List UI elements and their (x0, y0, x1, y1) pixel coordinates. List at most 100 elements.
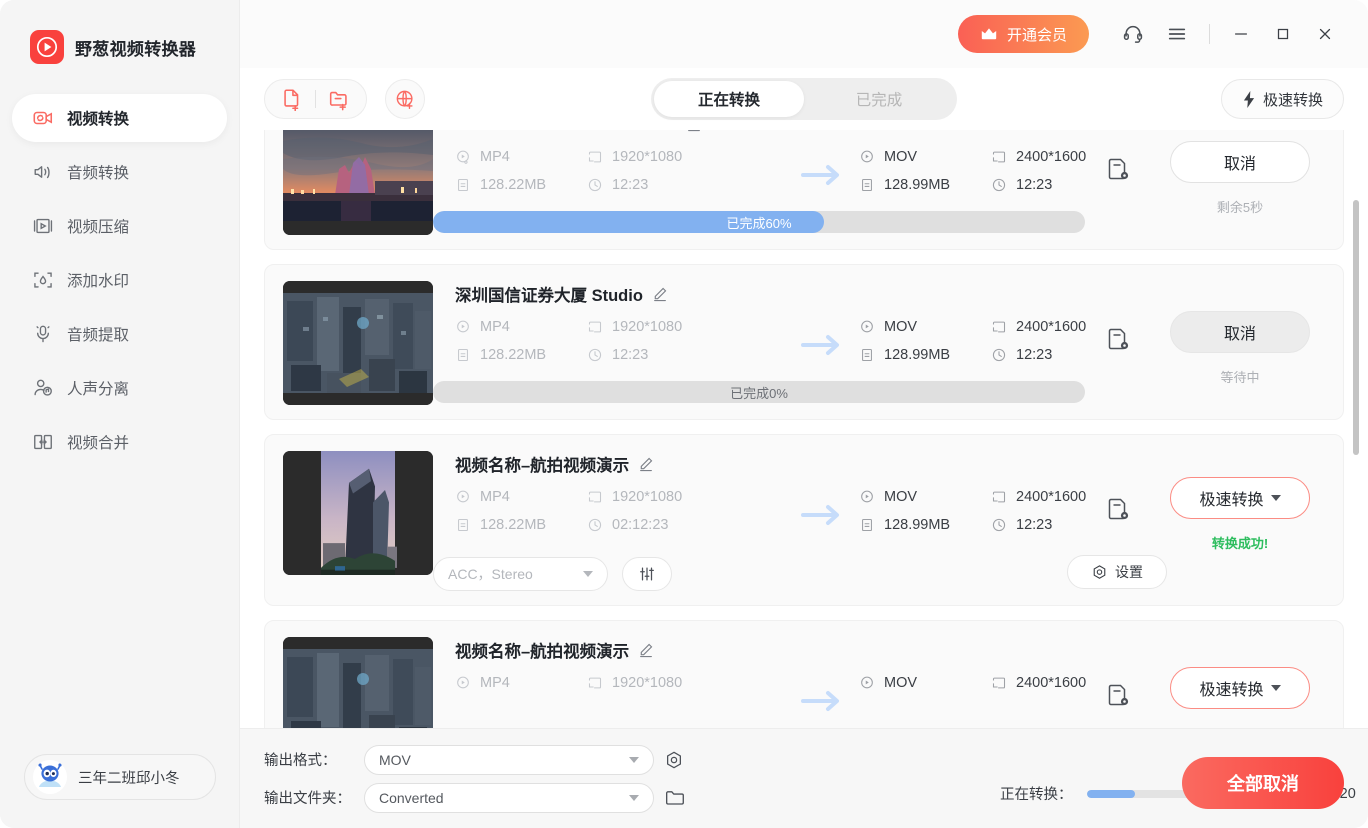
tab-switcher: 正在转换 已完成 (651, 78, 957, 120)
video-compress-icon (32, 215, 54, 237)
conversion-row: 视频名称–航拍视频演示 MP4 (264, 434, 1344, 606)
file-title: Manuel A. Monteserín Lahoz (455, 130, 677, 134)
speed-convert-button[interactable]: 极速转换 (1221, 79, 1344, 119)
cancel-all-button[interactable]: 全部取消 (1182, 757, 1344, 809)
format-icon (859, 149, 875, 165)
speed-convert-row-label: 极速转换 (1199, 676, 1263, 700)
target-duration: 12:23 (991, 347, 1129, 363)
vip-upgrade-button[interactable]: 开通会员 (958, 15, 1089, 53)
target-format: MOV (859, 319, 991, 335)
output-format-settings-icon[interactable] (654, 750, 694, 770)
audio-convert-icon (32, 161, 54, 183)
sidebar-item-audio-convert[interactable]: 音频转换 (12, 148, 227, 196)
source-duration: 02:12:23 (587, 517, 785, 533)
edit-icon[interactable] (686, 130, 702, 132)
output-format-row: 输出格式： MOV (264, 741, 744, 779)
folder-icon[interactable] (654, 787, 694, 808)
toolbar: 正在转换 已完成 极速转换 (240, 68, 1368, 130)
sidebar-item-video-compress[interactable]: 视频压缩 (12, 202, 227, 250)
speed-convert-row-button[interactable]: 极速转换 (1170, 667, 1310, 709)
add-url-globe-icon[interactable] (385, 79, 425, 119)
row-action-column: 取消 等待中 (1155, 281, 1325, 403)
sidebar-item-video-convert[interactable]: 视频转换 (12, 94, 227, 142)
cancel-button[interactable]: 取消 (1170, 141, 1310, 183)
target-duration: 12:23 (991, 517, 1129, 533)
target-format: MOV (859, 675, 991, 691)
conversion-list: Manuel A. Monteserín Lahoz MP4 (240, 130, 1368, 728)
tower-thumb (283, 451, 433, 575)
sidebar-item-watermark[interactable]: 添加水印 (12, 256, 227, 304)
aerial-city-thumb (283, 637, 433, 728)
output-format-label: 输出格式： (264, 749, 364, 770)
target-meta: MOV 2400*1600 128.99MB (859, 319, 1129, 363)
row-settings-button[interactable]: 设置 (1067, 555, 1167, 589)
format-icon (859, 675, 875, 691)
source-duration: 12:23 (587, 177, 785, 193)
gear-hex-icon (1091, 564, 1108, 581)
speed-convert-row-button[interactable]: 极速转换 (1170, 477, 1310, 519)
sunset-building-thumb (283, 130, 433, 235)
edit-icon[interactable] (652, 286, 668, 302)
bottom-bar: 输出格式： MOV 输出文件夹： Convert (240, 728, 1368, 828)
clock-icon (991, 517, 1007, 533)
filesize-icon (455, 177, 471, 193)
sidebar-item-video-merge[interactable]: 视频合并 (12, 418, 227, 466)
user-profile-chip[interactable]: 三年二班邱小冬 (24, 754, 216, 800)
source-format: MP4 (455, 489, 587, 505)
edit-icon[interactable] (638, 456, 654, 472)
format-icon (455, 675, 471, 691)
target-resolution: 2400*1600 (991, 149, 1129, 165)
add-folder-icon[interactable] (316, 81, 362, 117)
converting-label: 正在转换： (1000, 783, 1073, 804)
output-folder-select[interactable]: Converted (364, 783, 654, 813)
source-meta: MP4 1920*1080 (455, 675, 785, 691)
close-icon[interactable] (1304, 13, 1346, 55)
sidebar-item-label: 音频转换 (67, 161, 129, 183)
target-format: MOV (859, 149, 991, 165)
progress-text: 已完成0% (433, 381, 1085, 403)
edit-icon[interactable] (638, 642, 654, 658)
sidebar-item-voice-separate[interactable]: 人声分离 (12, 364, 227, 412)
file-title: 视频名称–航拍视频演示 (455, 638, 629, 662)
row-status-note: 等待中 (1220, 367, 1259, 386)
row-settings-label: 设置 (1115, 562, 1143, 582)
target-format: MOV (859, 489, 991, 505)
convert-arrow-icon (785, 149, 859, 187)
format-icon (455, 489, 471, 505)
minimize-icon[interactable] (1220, 13, 1262, 55)
target-meta: MOV 2400*1600 128.99MB (859, 149, 1129, 193)
cancel-button[interactable]: 取消 (1170, 311, 1310, 353)
headset-icon[interactable] (1111, 12, 1155, 56)
source-meta: MP4 1920*1080 128.22MB (455, 149, 785, 193)
tab-completed[interactable]: 已完成 (804, 81, 954, 117)
application-window: 野葱视频转换器 视频转换 (0, 0, 1368, 828)
add-file-icon[interactable] (269, 81, 315, 117)
output-format-select[interactable]: MOV (364, 745, 654, 775)
sidebar-item-audio-extract[interactable]: 音频提取 (12, 310, 227, 358)
list-scrollbar[interactable] (1353, 200, 1359, 455)
maximize-icon[interactable] (1262, 13, 1304, 55)
resolution-icon (587, 489, 603, 505)
chevron-down-icon (629, 795, 639, 801)
progress-bar: 已完成60% (433, 211, 1085, 233)
speed-convert-row-label: 极速转换 (1199, 486, 1263, 510)
tab-converting[interactable]: 正在转换 (654, 81, 804, 117)
chevron-down-icon (583, 571, 593, 577)
row-info: 深圳国信证券大厦 Studio MP4 (433, 281, 1083, 403)
video-convert-icon (32, 107, 54, 129)
row-info: Manuel A. Monteserín Lahoz MP4 (433, 130, 1083, 233)
equalizer-icon[interactable] (622, 557, 672, 591)
audio-codec-value: ACC，Stereo (448, 564, 583, 584)
sidebar-item-label: 视频合并 (67, 431, 129, 453)
aerial-city-thumb (283, 281, 433, 405)
titlebar-divider (1209, 24, 1210, 44)
speed-convert-label: 极速转换 (1263, 89, 1323, 110)
audio-codec-select[interactable]: ACC，Stereo (433, 557, 608, 591)
conversion-row: 深圳国信证券大厦 Studio MP4 (264, 264, 1344, 420)
target-resolution: 2400*1600 (991, 489, 1129, 505)
resolution-icon (991, 149, 1007, 165)
conversion-row: Manuel A. Monteserín Lahoz MP4 (264, 130, 1344, 250)
hamburger-icon[interactable] (1155, 12, 1199, 56)
filesize-icon (455, 517, 471, 533)
target-size: 128.99MB (859, 347, 991, 363)
